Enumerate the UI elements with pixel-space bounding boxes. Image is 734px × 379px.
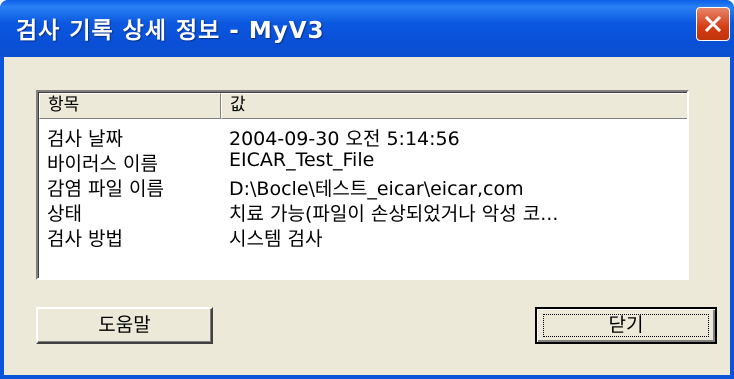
item-value: 시스템 검사	[229, 228, 323, 250]
title-bar[interactable]: 검사 기록 상세 정보 - MyV3	[0, 0, 734, 57]
list-item[interactable]: 바이러스 이름 EICAR_Test_File	[39, 149, 687, 175]
item-key: 바이러스 이름	[47, 153, 158, 175]
item-value: 치료 가능(파일이 손상되었거나 악성 코...	[229, 203, 559, 225]
item-key: 감염 파일 이름	[47, 178, 164, 200]
list-item[interactable]: 감염 파일 이름 D:\Bocle\테스트_eicar\eicar,com	[39, 174, 687, 200]
detail-list-view[interactable]: 항목 값 검사 날짜 2004-09-30 오전 5:14:56 바이러스 이름…	[36, 90, 689, 280]
close-button[interactable]: 닫기	[535, 307, 717, 344]
list-item[interactable]: 검사 방법 시스템 검사	[39, 224, 687, 250]
item-value: EICAR_Test_File	[229, 149, 375, 171]
close-window-button[interactable]	[696, 7, 730, 41]
list-item[interactable]: 상태 치료 가능(파일이 손상되었거나 악성 코...	[39, 199, 687, 225]
column-header-value[interactable]: 값	[221, 93, 687, 119]
list-header: 항목 값	[39, 93, 687, 119]
help-button[interactable]: 도움말	[36, 307, 213, 344]
item-key: 상태	[47, 203, 82, 225]
item-key: 검사 방법	[47, 228, 123, 250]
item-value: 2004-09-30 오전 5:14:56	[229, 128, 460, 150]
column-header-item[interactable]: 항목	[39, 93, 221, 119]
item-value: D:\Bocle\테스트_eicar\eicar,com	[229, 178, 524, 200]
close-x-icon	[704, 15, 722, 33]
list-item[interactable]: 검사 날짜 2004-09-30 오전 5:14:56	[39, 124, 687, 150]
item-key: 검사 날짜	[47, 128, 123, 150]
close-button-label: 닫기	[608, 314, 644, 336]
window-title: 검사 기록 상세 정보 - MyV3	[16, 18, 325, 44]
